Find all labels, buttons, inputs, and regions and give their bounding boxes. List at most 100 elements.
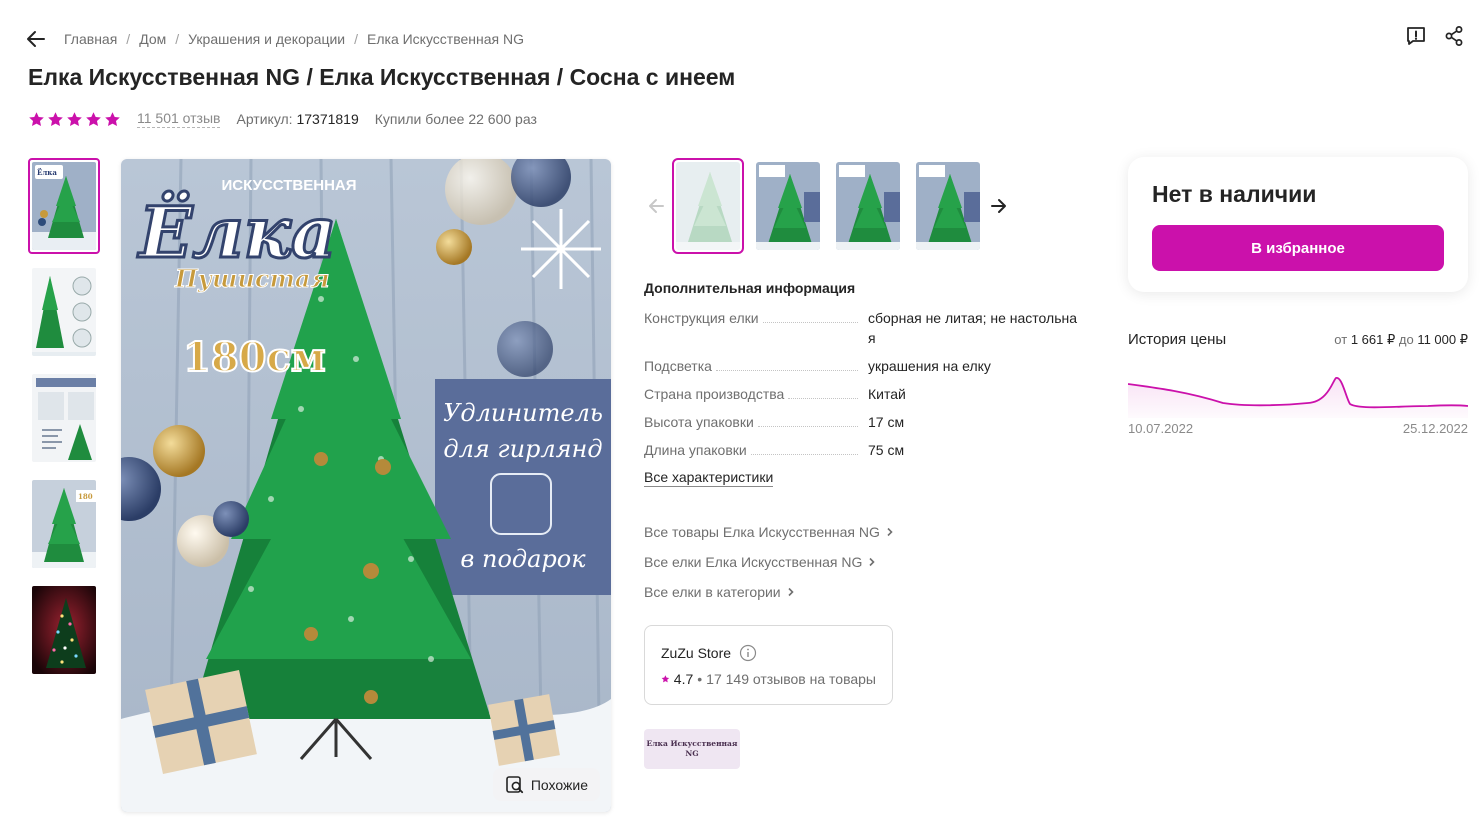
report-icon[interactable] (1404, 24, 1428, 48)
svg-text:180: 180 (78, 492, 93, 501)
spec-value: украшения на елку (868, 358, 991, 374)
chevron-right-icon (869, 557, 875, 567)
link-category[interactable]: Все елки в категории (644, 583, 894, 601)
breadcrumb-item-home[interactable]: Дом (139, 31, 166, 47)
breadcrumb-item-current[interactable]: Елка Искусственная NG (367, 31, 524, 47)
color-variants (672, 158, 984, 254)
thumbnail[interactable] (28, 264, 100, 360)
spec-dots (750, 454, 858, 455)
share-icon[interactable] (1442, 24, 1466, 48)
back-arrow-icon[interactable] (24, 28, 48, 50)
top-actions (1404, 24, 1466, 48)
reviews-link[interactable]: 11 501 отзыв (137, 110, 221, 128)
similar-label: Похожие (530, 776, 588, 793)
specs-table: Конструкция елки сборная не литая; не на… (644, 308, 1084, 468)
spec-row: Длина упаковки 75 см (644, 440, 1084, 468)
article-number: Артикул: 17371819 (236, 111, 358, 127)
star-icon (29, 111, 44, 126)
store-name[interactable]: ZuZu Store (661, 645, 731, 661)
spec-value: Китай (868, 386, 906, 402)
banner-text: для гирлянд (443, 435, 602, 463)
chevron-right-icon[interactable] (988, 195, 1010, 217)
link-label: Все елки Елка Искусственная NG (644, 554, 863, 570)
article-label: Артикул: (236, 111, 293, 127)
price-to: 11 000 ₽ (1417, 332, 1468, 347)
price-from-label: от (1334, 332, 1348, 347)
spec-value: 75 см (868, 442, 905, 458)
spec-dots (762, 322, 858, 323)
info-icon[interactable] (739, 644, 757, 662)
spec-value: сборная не литая; не настольная (868, 310, 1078, 346)
star-icon (67, 111, 82, 126)
store-name-row: ZuZu Store (661, 644, 876, 662)
chevron-right-icon (788, 587, 794, 597)
breadcrumb-item-main[interactable]: Главная (64, 31, 117, 47)
price-history-chart[interactable] (1128, 370, 1468, 418)
variant-item[interactable] (752, 158, 824, 254)
spec-key: Подсветка (644, 356, 716, 376)
thumbnail[interactable]: Ёлка (28, 158, 100, 254)
price-range: от 1 661 ₽ до 11 000 ₽ (1334, 332, 1468, 348)
breadcrumb-separator: / (126, 31, 131, 47)
breadcrumb-separator: / (354, 31, 358, 47)
thumbnail[interactable] (28, 582, 100, 678)
buy-card: Нет в наличии В избранное (1128, 157, 1468, 292)
thumbnail[interactable]: 180 (28, 476, 100, 572)
price-to-label: до (1398, 332, 1414, 347)
brand-logo[interactable]: Елка Искусственная NG (644, 729, 740, 769)
spec-dots (757, 426, 858, 427)
store-card[interactable]: ZuZu Store 4.7 • 17 149 отзывов на товар… (644, 625, 893, 705)
similar-button[interactable]: Похожие (492, 768, 600, 801)
image-text: 180см (183, 334, 326, 381)
store-reviews: 17 149 отзывов на товары (706, 671, 876, 687)
star-icon (48, 111, 63, 126)
banner-text: в подарок (460, 545, 586, 573)
svg-text:Ёлка: Ёлка (37, 168, 57, 177)
price-from: 1 661 ₽ (1350, 332, 1396, 347)
spec-key: Длина упаковки (644, 440, 751, 460)
spec-row: Высота упаковки 17 см (644, 412, 1084, 440)
variant-item[interactable] (832, 158, 904, 254)
spec-key: Высота упаковки (644, 412, 758, 432)
bought-count: Купили более 22 600 раз (374, 111, 537, 127)
link-brand-trees[interactable]: Все елки Елка Искусственная NG (644, 553, 894, 571)
spec-row: Страна производства Китай (644, 384, 1084, 412)
banner-text: Удлинитель (443, 399, 603, 427)
breadcrumb-separator: / (175, 31, 180, 47)
spec-key: Страна производства (644, 384, 789, 404)
store-rating-value: 4.7 (673, 671, 694, 687)
specs-title: Дополнительная информация (644, 280, 856, 296)
rating-stars (28, 111, 121, 128)
brand-logo-text: Елка Искусственная NG (646, 739, 738, 758)
stock-status: Нет в наличии (1152, 181, 1317, 207)
spec-key-wrap: Высота упаковки (644, 412, 868, 432)
spec-dots (715, 370, 858, 371)
image-text: Пушистая (174, 264, 330, 293)
store-rating: 4.7 • 17 149 отзывов на товары (661, 671, 876, 687)
link-label: Все товары Елка Искусственная NG (644, 524, 880, 540)
spec-row: Подсветка украшения на елку (644, 356, 1084, 384)
thumbnail-list: Ёлка 180 (28, 158, 100, 678)
price-date-start: 10.07.2022 (1128, 421, 1194, 436)
bullet-separator: • (697, 671, 703, 687)
spec-key-wrap: Подсветка (644, 356, 868, 376)
add-to-favorites-button[interactable]: В избранное (1152, 225, 1444, 271)
spec-key-wrap: Конструкция елки (644, 308, 868, 328)
all-specs-link[interactable]: Все характеристики (644, 468, 774, 487)
product-meta: 11 501 отзыв Артикул: 17371819 Купили бо… (28, 110, 537, 128)
spec-dots (788, 398, 858, 399)
link-brand-products[interactable]: Все товары Елка Искусственная NG (644, 523, 894, 541)
main-product-image[interactable]: Удлинитель для гирлянд в подарок ИСКУССТ… (121, 159, 611, 812)
breadcrumb-item-decor[interactable]: Украшения и декорации (188, 31, 345, 47)
chevron-right-icon (887, 527, 893, 537)
thumbnail[interactable] (28, 370, 100, 466)
variant-item[interactable] (672, 158, 744, 254)
spec-key-wrap: Длина упаковки (644, 440, 868, 460)
chevron-left-icon[interactable] (645, 195, 667, 217)
price-date-end: 25.12.2022 (1402, 421, 1468, 436)
variant-item[interactable] (912, 158, 984, 254)
star-icon (86, 111, 101, 126)
spec-value: 17 см (868, 414, 905, 430)
spec-key-wrap: Страна производства (644, 384, 868, 404)
product-title: Елка Искусственная NG / Елка Искусственн… (28, 64, 736, 90)
